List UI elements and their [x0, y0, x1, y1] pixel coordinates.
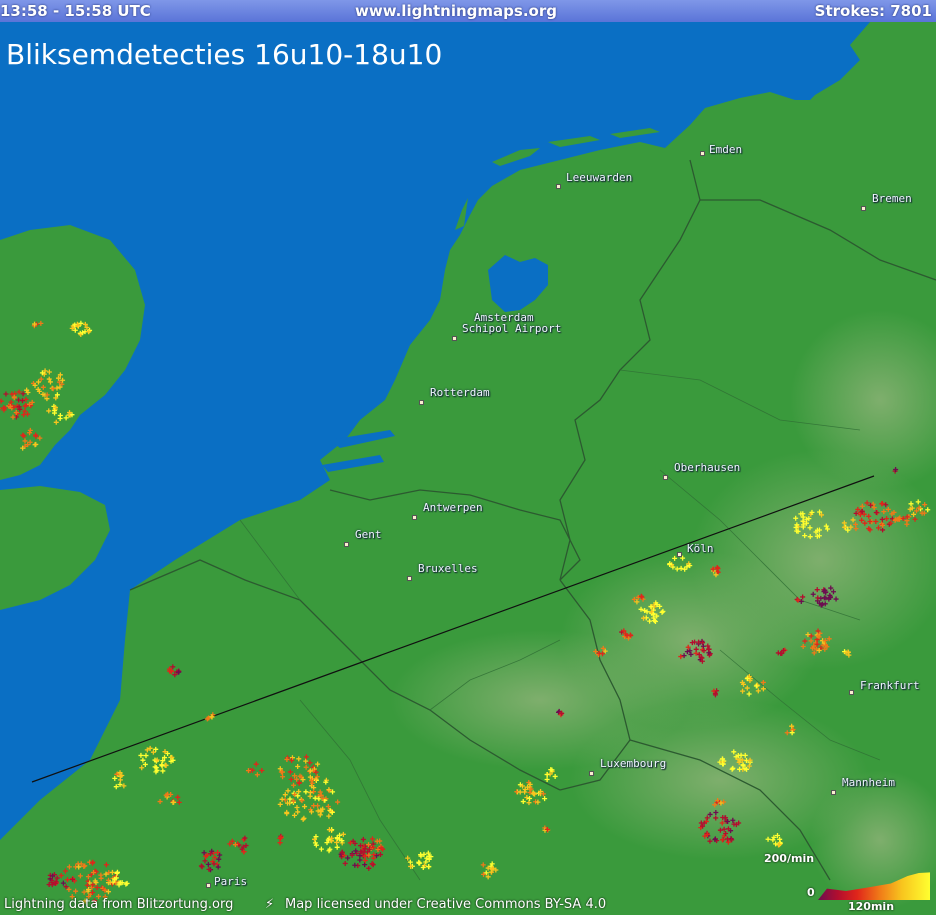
city-label-oberhausen: Oberhausen [674, 461, 741, 474]
city-marker [556, 184, 561, 189]
city-label-bremen: Bremen [872, 192, 912, 205]
city-label-frankfurt: Frankfurt [860, 679, 920, 692]
map-base [0, 0, 936, 915]
city-marker [419, 400, 424, 405]
city-marker [700, 151, 705, 156]
site-link[interactable]: www.lightningmaps.org [355, 0, 557, 22]
city-label-antwerpen: Antwerpen [423, 501, 483, 514]
city-marker [677, 552, 682, 557]
city-label-mannheim: Mannheim [842, 776, 895, 789]
time-range: 13:58 - 15:58 UTC [0, 2, 151, 20]
city-label-bruxelles: Bruxelles [418, 562, 478, 575]
city-marker [407, 576, 412, 581]
city-label-schiphol: Schipol Airport [462, 322, 562, 335]
city-label-emden: Emden [709, 143, 743, 156]
city-label-leeuwarden: Leeuwarden [566, 171, 633, 184]
city-marker [831, 790, 836, 795]
city-marker [206, 883, 211, 888]
footer-source[interactable]: Lightning data from Blitzortung.org [4, 895, 233, 915]
city-label-luxembourg: Luxembourg [600, 757, 667, 770]
city-marker [861, 206, 866, 211]
header-bar: 13:58 - 15:58 UTC www.lightningmaps.org … [0, 0, 936, 22]
city-marker [412, 515, 417, 520]
footer: Lightning data from Blitzortung.org ⚡ Ma… [0, 895, 936, 915]
city-marker [849, 690, 854, 695]
city-marker [663, 475, 668, 480]
city-label-koeln: Köln [687, 542, 714, 555]
city-marker [344, 542, 349, 547]
lightning-icon: ⚡ [265, 897, 275, 912]
city-label-rotterdam: Rotterdam [430, 386, 490, 399]
city-label-paris: Paris [214, 875, 248, 888]
city-label-gent: Gent [355, 528, 382, 541]
footer-license[interactable]: Map licensed under Creative Commons BY-S… [285, 895, 606, 915]
city-marker [589, 771, 594, 776]
city-marker [452, 336, 457, 341]
strokes-count: Strokes: 7801 [814, 2, 932, 20]
map-title: Bliksemdetecties 16u10-18u10 [6, 38, 443, 71]
legend-rate-max: 200/min [764, 852, 815, 865]
lightning-map[interactable]: 13:58 - 15:58 UTC www.lightningmaps.org … [0, 0, 936, 915]
